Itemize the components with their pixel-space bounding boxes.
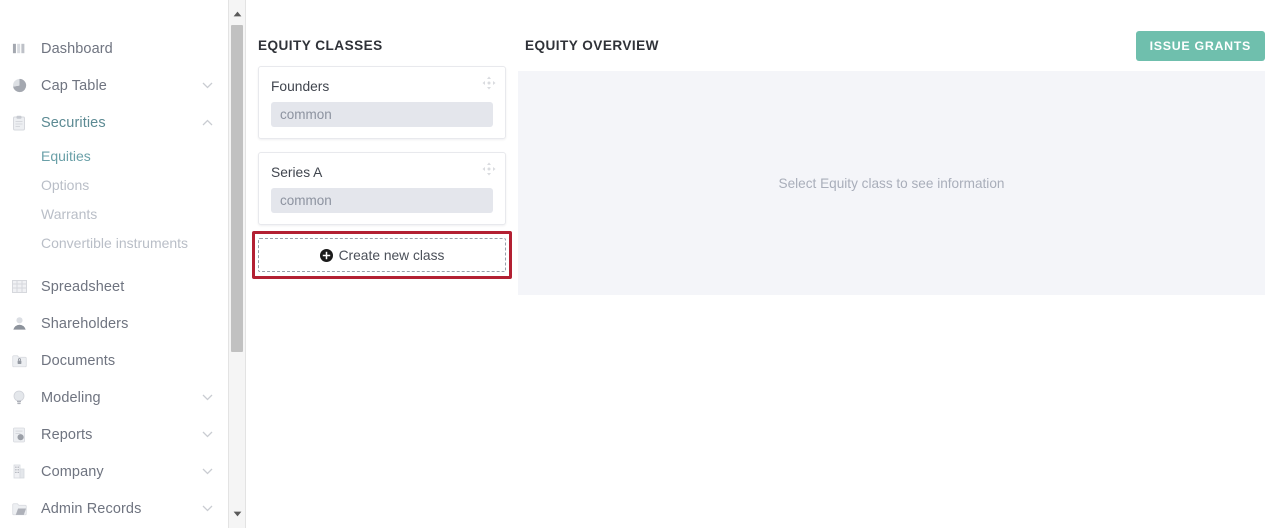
equity-classes-panel: EQUITY CLASSES Founders common Series A … (246, 0, 518, 528)
equity-overview-empty-message: Select Equity class to see information (778, 175, 1005, 191)
plus-circle-icon (319, 248, 333, 262)
chevron-down-icon[interactable] (200, 391, 214, 405)
chevron-down-icon[interactable] (200, 79, 214, 93)
create-new-class-button[interactable]: Create new class (258, 238, 506, 272)
sidebar-subitem-label: Convertible instruments (41, 234, 189, 251)
triangle-down-icon[interactable] (229, 506, 245, 522)
sidebar-item-label: Reports (41, 426, 93, 443)
move-icon[interactable] (482, 162, 496, 176)
sidebar-subitem-label: Warrants (41, 205, 98, 222)
equity-class-type: common (271, 102, 493, 127)
equity-class-type: common (271, 188, 493, 213)
create-new-class-label: Create new class (338, 247, 445, 263)
sidebar-item-documents[interactable]: Documents (0, 342, 228, 379)
chevron-down-icon[interactable] (200, 465, 214, 479)
equity-class-name: Series A (271, 165, 323, 180)
sidebar-item-admin-records[interactable]: Admin Records (0, 490, 228, 527)
sidebar: Dashboard Cap Table Securities Equities … (0, 0, 228, 528)
sidebar-item-company[interactable]: Company (0, 453, 228, 490)
sidebar-item-label: Admin Records (41, 500, 142, 517)
lightbulb-icon (8, 388, 30, 408)
triangle-up-icon[interactable] (229, 6, 245, 22)
app-root: Dashboard Cap Table Securities Equities … (0, 0, 1265, 528)
sidebar-item-options[interactable]: Options (0, 170, 228, 199)
sidebar-item-equities[interactable]: Equities (0, 141, 228, 170)
sidebar-item-label: Cap Table (41, 77, 107, 94)
equity-class-name: Founders (271, 79, 330, 94)
pie-chart-icon (8, 76, 30, 96)
clipboard-icon (8, 113, 30, 133)
move-icon[interactable] (482, 76, 496, 90)
sidebar-subitem-label: Options (41, 176, 90, 193)
person-icon (8, 314, 30, 334)
chevron-down-icon[interactable] (200, 502, 214, 516)
equity-classes-title: EQUITY CLASSES (258, 38, 383, 53)
sidebar-item-securities[interactable]: Securities (0, 104, 228, 141)
sidebar-item-convertible-instruments[interactable]: Convertible instruments (0, 228, 228, 257)
chevron-down-icon[interactable] (200, 428, 214, 442)
equity-overview-title: EQUITY OVERVIEW (525, 38, 659, 53)
sidebar-item-cap-table[interactable]: Cap Table (0, 67, 228, 104)
grid-icon (8, 277, 30, 297)
sidebar-item-label: Modeling (41, 389, 101, 406)
sidebar-item-spreadsheet[interactable]: Spreadsheet (0, 268, 228, 305)
sidebar-item-label: Shareholders (41, 315, 129, 332)
sidebar-subitem-label: Equities (41, 147, 91, 164)
bar-chart-icon (8, 39, 30, 59)
folder-icon (8, 499, 30, 519)
sidebar-item-label: Dashboard (41, 40, 113, 57)
sidebar-item-shareholders[interactable]: Shareholders (0, 305, 228, 342)
chevron-up-icon[interactable] (200, 116, 214, 130)
equity-overview-empty-panel: Select Equity class to see information (518, 71, 1265, 295)
report-icon (8, 425, 30, 445)
equity-class-card-series-a[interactable]: Series A common (258, 152, 506, 225)
issue-grants-button[interactable]: ISSUE GRANTS (1135, 31, 1265, 61)
lock-folder-icon (8, 351, 30, 371)
sidebar-item-dashboard[interactable]: Dashboard (0, 30, 228, 67)
equity-overview-panel: EQUITY OVERVIEW ISSUE GRANTS Select Equi… (518, 0, 1265, 528)
scrollbar-thumb[interactable] (231, 25, 243, 352)
create-new-class-wrapper: Create new class (252, 231, 512, 279)
sidebar-item-modeling[interactable]: Modeling (0, 379, 228, 416)
equity-class-card-founders[interactable]: Founders common (258, 66, 506, 139)
sidebar-item-reports[interactable]: Reports (0, 416, 228, 453)
sidebar-item-label: Company (41, 463, 104, 480)
sidebar-item-warrants[interactable]: Warrants (0, 199, 228, 228)
sidebar-item-label: Spreadsheet (41, 278, 125, 295)
building-icon (8, 462, 30, 482)
sidebar-item-label: Securities (41, 114, 106, 131)
sidebar-scrollbar[interactable] (228, 0, 246, 528)
sidebar-item-label: Documents (41, 352, 116, 369)
